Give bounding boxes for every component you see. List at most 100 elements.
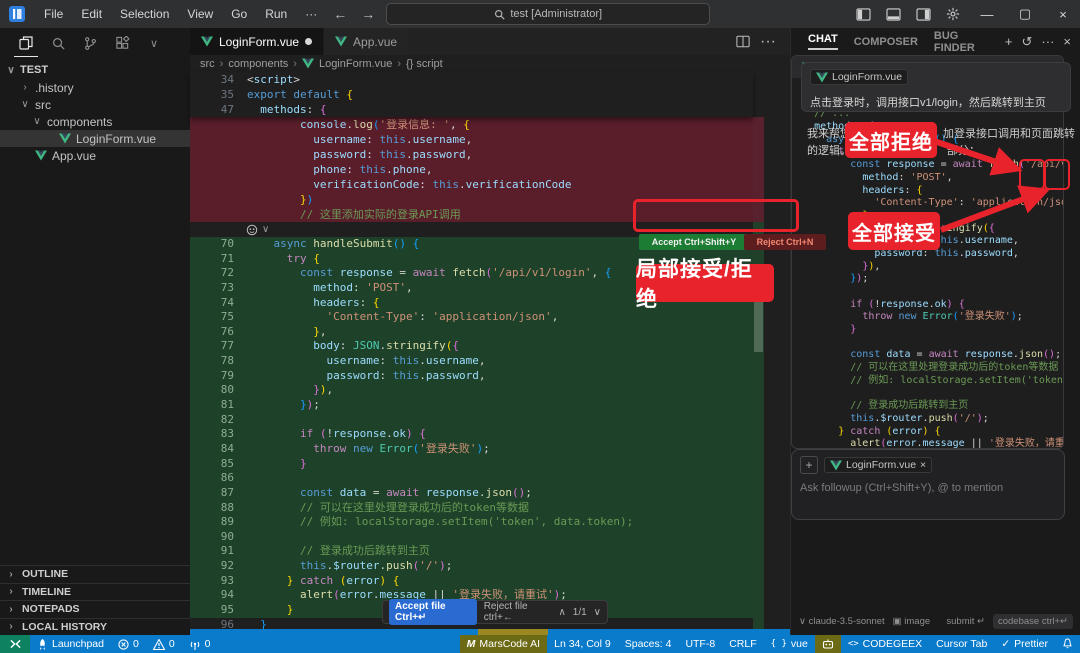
search-sidebar-icon[interactable] [46, 30, 70, 56]
status-item-problems-errors[interactable]: 0 [111, 635, 146, 653]
prev-change-icon[interactable]: ∧ [558, 607, 565, 618]
command-search-box[interactable]: test [Administrator] [386, 3, 710, 25]
code-line: console.log('登录信息: ', { [190, 117, 753, 132]
explorer-icon[interactable] [14, 30, 38, 57]
chevron-down-icon: ∨ [20, 99, 30, 110]
chat-tab-bug-finder[interactable]: BUG FINDER [934, 30, 989, 54]
tree-item-src[interactable]: ∨src [0, 96, 190, 113]
chat-tab-chat[interactable]: CHAT [808, 33, 838, 50]
toggle-panel-icon[interactable] [880, 3, 906, 25]
tree-item-app-vue[interactable]: App.vue [0, 147, 190, 164]
accept-file-button[interactable]: Accept file Ctrl+↵ [389, 599, 477, 625]
tree-item-loginform-vue[interactable]: LoginForm.vue [0, 130, 190, 147]
code-line: // 例如: localStorage.setItem('token', dat… [802, 375, 1063, 388]
breadcrumb[interactable]: src› components› LoginForm.vue› {} scrip… [200, 55, 443, 72]
panel-timeline[interactable]: ›TIMELINE [0, 583, 190, 601]
code-line [802, 388, 1063, 401]
status-item-marscode-ai[interactable]: MMarsCode AI [460, 635, 547, 653]
tab-app[interactable]: App.vue [323, 28, 408, 55]
annotation-accept-all: 全部接受 [848, 212, 940, 250]
tree-item-components[interactable]: ∨components [0, 113, 190, 130]
more-icon[interactable]: ··· [1041, 34, 1054, 50]
code-line: }); [802, 273, 1063, 286]
remote-indicator[interactable] [0, 635, 30, 653]
source-control-icon[interactable] [78, 30, 102, 56]
tab-loginform[interactable]: LoginForm.vue [190, 28, 323, 55]
error-circle-icon [118, 639, 129, 650]
search-icon [494, 9, 505, 20]
menu-selection[interactable]: Selection [111, 7, 178, 21]
status-item-codegeex[interactable]: <>CODEGEEX [841, 635, 929, 653]
menu-go[interactable]: Go [222, 7, 256, 21]
remove-context-icon[interactable]: × [920, 459, 926, 471]
modified-dot-icon [305, 38, 312, 45]
codebase-button[interactable]: codebase ctrl+↵ [993, 614, 1073, 629]
model-selector[interactable]: ∨ claude-3.5-sonnet [799, 616, 885, 627]
close-panel-icon[interactable]: × [1063, 34, 1071, 50]
extensions-icon[interactable] [110, 30, 134, 56]
maximize-button[interactable]: ▢ [1008, 0, 1042, 28]
code-tag-icon: <> [848, 639, 859, 649]
context-file-chip[interactable]: LoginForm.vue × [824, 457, 932, 473]
status-item-language-mode[interactable]: { }vue [764, 635, 815, 653]
status-item-encoding[interactable]: UTF-8 [678, 635, 722, 653]
status-item-prettier[interactable]: ✓Prettier [994, 635, 1055, 653]
add-context-button[interactable]: + [800, 456, 818, 474]
tab-label: LoginForm.vue [219, 35, 299, 49]
status-item-cursor-position[interactable]: Ln 34, Col 9 [547, 635, 618, 653]
status-item-notifications[interactable] [1055, 635, 1080, 653]
attach-image-button[interactable]: ▣ image [893, 616, 931, 627]
toggle-sidebar-icon[interactable] [850, 3, 876, 25]
menu-run[interactable]: Run [256, 7, 296, 21]
minimize-button[interactable]: — [970, 0, 1004, 28]
explorer-root[interactable]: ∨ TEST [0, 58, 190, 79]
file-chip[interactable]: LoginForm.vue [810, 69, 908, 85]
settings-gear-icon[interactable] [940, 3, 966, 25]
breadcrumb-components[interactable]: components [228, 58, 288, 70]
file-chip-label: LoginForm.vue [832, 71, 902, 83]
code-line: 34<script> [190, 72, 753, 87]
accept-hunk-button[interactable]: Accept Ctrl+Shift+Y [639, 234, 749, 250]
chevron-down-icon[interactable]: ∨ [142, 30, 166, 56]
editor-scrollbar[interactable] [753, 72, 764, 629]
vue-icon [302, 58, 314, 69]
panel-outline[interactable]: ›OUTLINE [0, 565, 190, 583]
menu-edit[interactable]: Edit [72, 7, 111, 21]
toggle-secondary-sidebar-icon[interactable] [910, 3, 936, 25]
ai-diff-gutter[interactable]: ∨ [246, 222, 269, 237]
menu-[interactable]: ··· [296, 7, 326, 21]
more-actions-icon[interactable]: ··· [760, 33, 776, 51]
status-item-cursor-tab[interactable]: Cursor Tab [929, 635, 994, 653]
status-item-ports[interactable]: 0 [182, 635, 218, 653]
submit-button[interactable]: submit ↵ [946, 616, 985, 627]
code-line: } [802, 324, 1063, 337]
status-item-problems-warnings[interactable]: 0 [146, 635, 182, 653]
chevron-right-icon: › [6, 604, 16, 615]
history-icon[interactable]: ↺ [1022, 34, 1033, 50]
nav-forward-icon[interactable]: → [354, 6, 382, 22]
menu-view[interactable]: View [178, 7, 222, 21]
status-item-launchpad[interactable]: Launchpad [30, 635, 111, 653]
chevron-right-icon: › [6, 621, 16, 632]
panel-notepads[interactable]: ›NOTEPADS [0, 600, 190, 618]
breadcrumb-symbol[interactable]: {} script [406, 58, 443, 70]
add-chat-icon[interactable]: + [1005, 34, 1013, 50]
nav-back-icon[interactable]: ← [326, 6, 354, 22]
status-item-marscode-robot[interactable] [815, 635, 841, 653]
tree-item--history[interactable]: ›.history [0, 79, 190, 96]
status-item-indentation[interactable]: Spaces: 4 [618, 635, 679, 653]
breadcrumb-src[interactable]: src [200, 58, 215, 70]
status-bar: Launchpad000 MMarsCode AILn 34, Col 9Spa… [0, 635, 1080, 653]
breadcrumb-file[interactable]: LoginForm.vue [319, 58, 392, 70]
split-editor-icon[interactable] [736, 35, 750, 48]
reject-hunk-button[interactable]: Reject Ctrl+N [744, 234, 826, 250]
reject-file-button[interactable]: Reject file ctrl+← [484, 601, 552, 623]
panel-local-history[interactable]: ›LOCAL HISTORY [0, 618, 190, 636]
menu-file[interactable]: File [35, 7, 72, 21]
status-item-eol[interactable]: CRLF [722, 635, 763, 653]
next-change-icon[interactable]: ∨ [594, 607, 601, 618]
chat-tab-composer[interactable]: COMPOSER [854, 36, 918, 48]
close-button[interactable]: × [1046, 0, 1080, 28]
chevron-down-icon: ∨ [262, 224, 269, 235]
chat-input-box[interactable]: + LoginForm.vue × Ask followup (Ctrl+Shi… [791, 449, 1065, 520]
